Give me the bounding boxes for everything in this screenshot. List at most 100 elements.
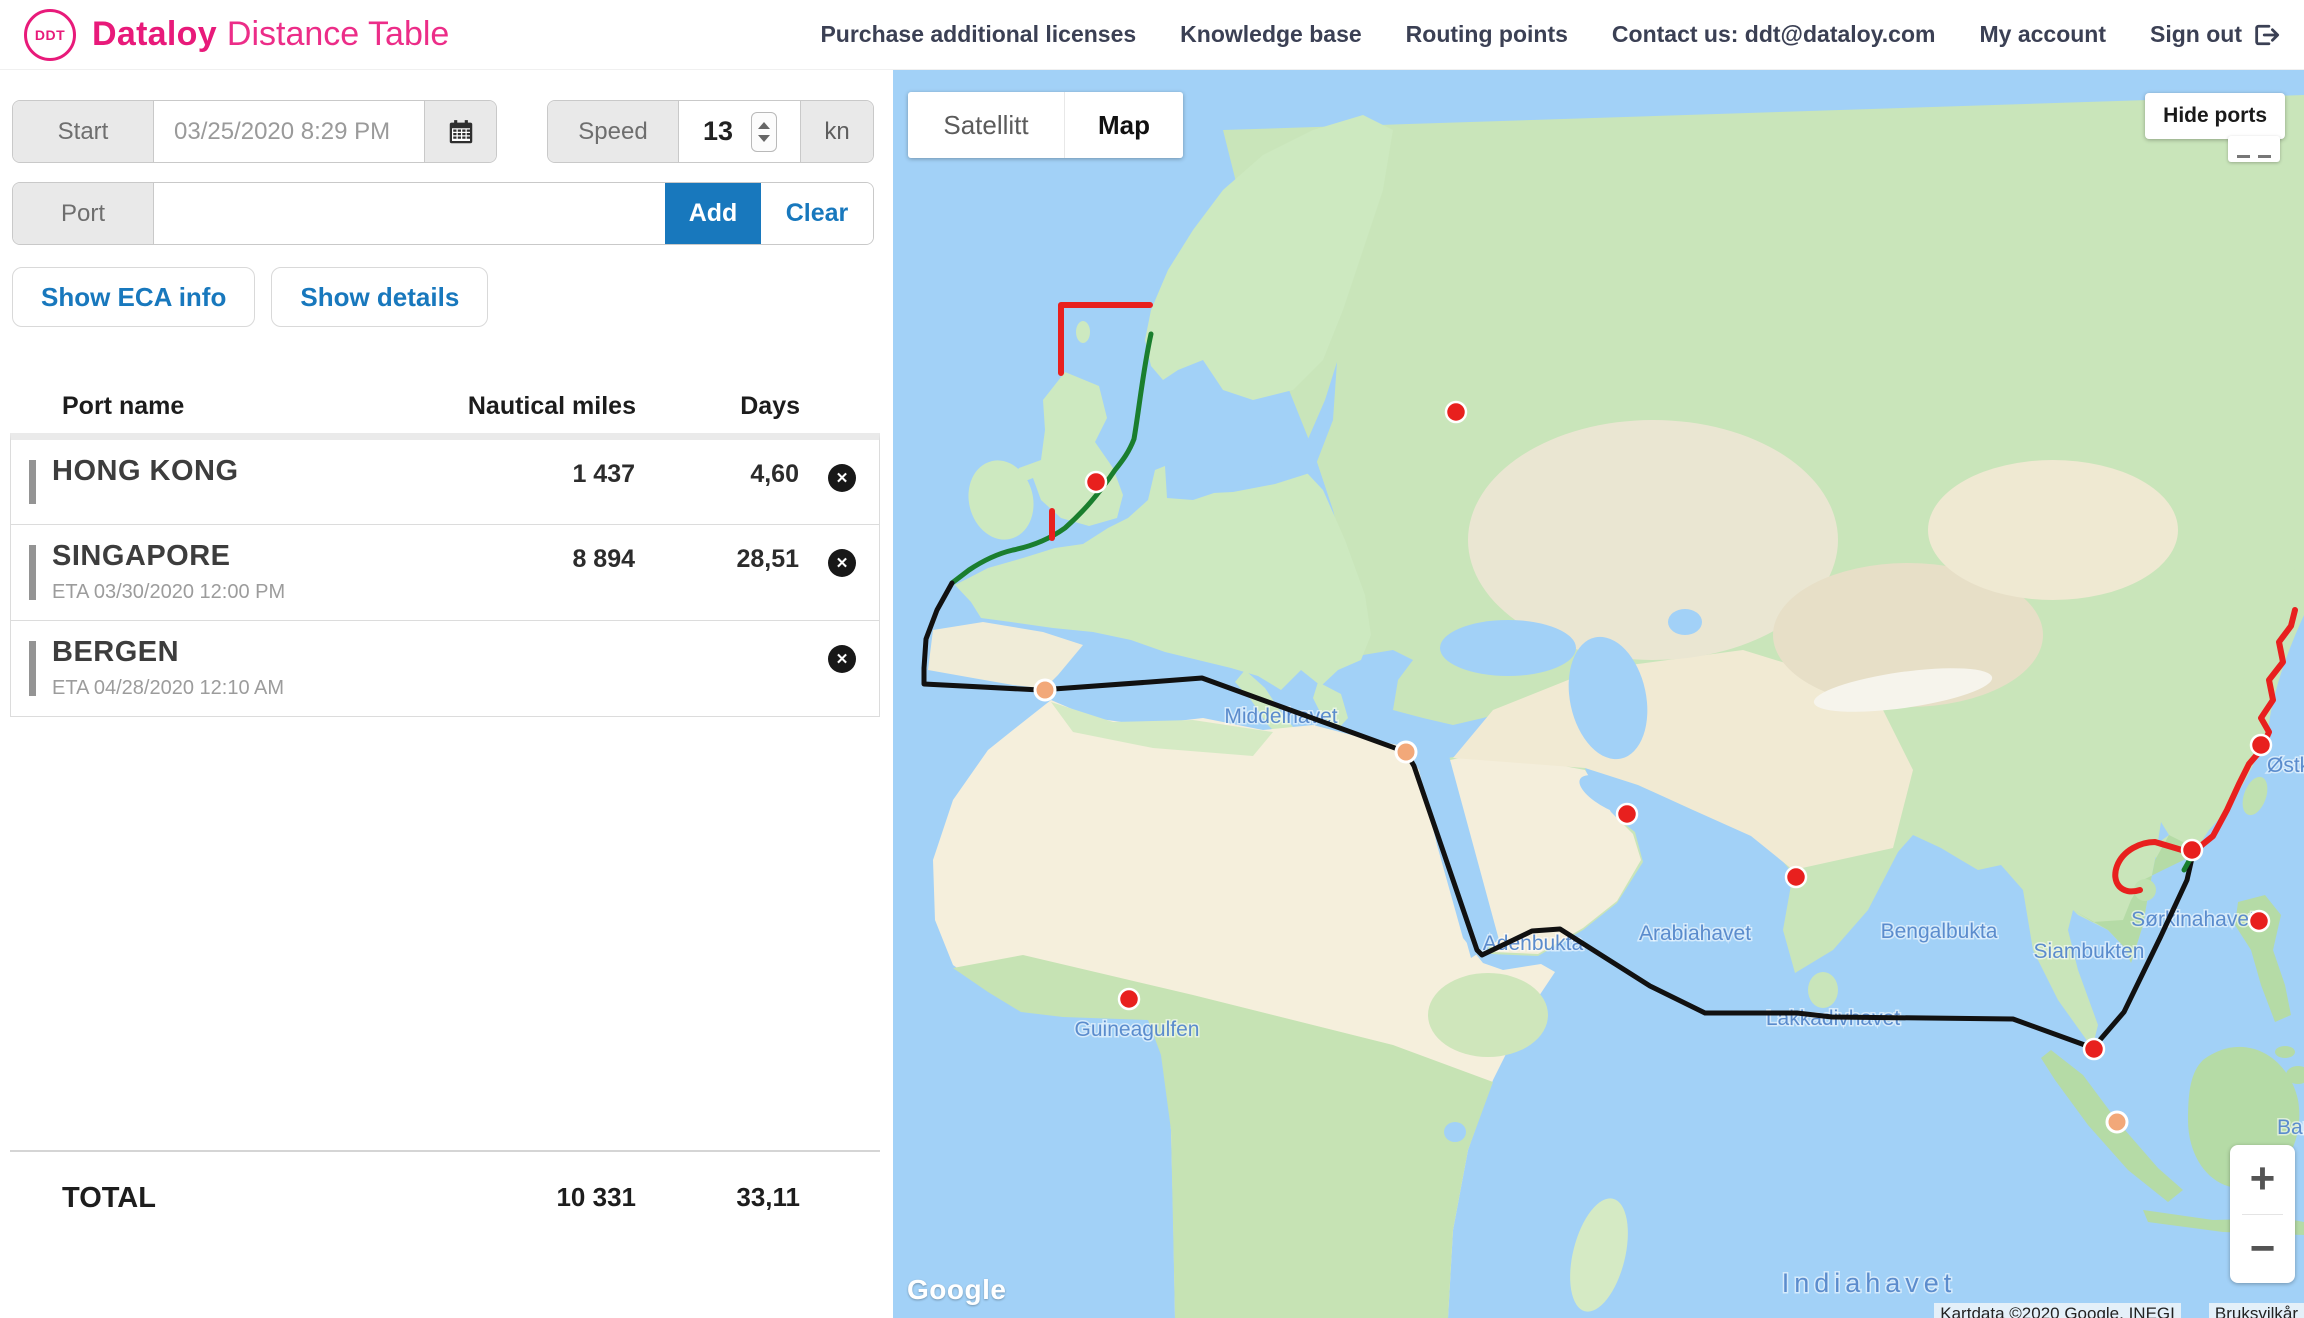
total-days: 33,11 bbox=[656, 1182, 806, 1215]
map-canvas[interactable]: Middelhavet Adenbukta Arabiahavet Bengal… bbox=[893, 70, 2304, 1318]
table-rows: HONG KONG 1 437 4,60 ✕ SINGAPORE ETA 03/… bbox=[10, 433, 880, 717]
header-port-name: Port name bbox=[10, 392, 466, 421]
stepper-down-icon bbox=[758, 135, 770, 142]
zoom-control: + − bbox=[2230, 1145, 2295, 1283]
nav-contact-us[interactable]: Contact us: ddt@dataloy.com bbox=[1612, 21, 1936, 48]
land-sri-lanka bbox=[1808, 972, 1838, 1008]
speed-input[interactable] bbox=[685, 115, 751, 148]
land-shetland bbox=[1076, 321, 1090, 343]
speed-unit-label: kn bbox=[800, 101, 873, 162]
waypoint-dot-sunda[interactable] bbox=[2107, 1112, 2127, 1132]
top-navbar: DDT Dataloy Distance Table Purchase addi… bbox=[0, 0, 2304, 70]
port-dot-shanghai[interactable] bbox=[2251, 735, 2271, 755]
sea-label-arabian-sea: Arabiahavet bbox=[1639, 922, 1751, 945]
calendar-button[interactable] bbox=[424, 101, 496, 162]
port-eta: ETA 03/30/2020 12:00 PM bbox=[52, 581, 465, 604]
nav-my-account[interactable]: My account bbox=[1979, 21, 2106, 48]
sea-label-banda-sea: Ban bbox=[2277, 1116, 2304, 1139]
dash-icon bbox=[2258, 155, 2271, 158]
actions-cell: ✕ bbox=[805, 541, 879, 577]
waypoint-dot-suez[interactable] bbox=[1396, 742, 1416, 762]
miles-cell: 8 894 bbox=[465, 545, 655, 574]
port-name-cell: HONG KONG bbox=[52, 456, 465, 488]
hide-ports-button[interactable]: Hide ports bbox=[2145, 93, 2285, 139]
zoom-out-button[interactable]: − bbox=[2230, 1215, 2295, 1284]
remove-port-button[interactable]: ✕ bbox=[828, 549, 856, 577]
start-date-input[interactable] bbox=[154, 101, 424, 162]
total-label: TOTAL bbox=[10, 1182, 466, 1215]
port-dot-gulf-of-guinea[interactable] bbox=[1119, 989, 1139, 1009]
header-actions bbox=[806, 392, 880, 421]
speed-stepper[interactable] bbox=[751, 112, 777, 152]
remove-port-button[interactable]: ✕ bbox=[828, 464, 856, 492]
show-details-button[interactable]: Show details bbox=[271, 267, 488, 327]
header-nautical-miles: Nautical miles bbox=[466, 392, 656, 421]
sea-label-indian-ocean: Indiahavet bbox=[1782, 1268, 1957, 1298]
nav-sign-out[interactable]: Sign out bbox=[2150, 21, 2280, 49]
sea-label-east-china-sea: Østkin bbox=[2267, 754, 2304, 777]
port-dot-singapore[interactable] bbox=[2084, 1039, 2104, 1059]
nav-routing-points[interactable]: Routing points bbox=[1406, 21, 1568, 48]
water-black-sea bbox=[1440, 620, 1576, 676]
start-label: Start bbox=[13, 101, 154, 162]
port-dot-moscow[interactable] bbox=[1446, 402, 1466, 422]
speed-label: Speed bbox=[548, 101, 679, 162]
brand-product: Distance Table bbox=[227, 15, 449, 54]
route-planner-panel: Start bbox=[0, 70, 893, 1318]
land-visayas bbox=[2275, 1046, 2295, 1058]
zoom-in-button[interactable]: + bbox=[2230, 1145, 2295, 1214]
remove-port-button[interactable]: ✕ bbox=[828, 645, 856, 673]
show-eca-info-button[interactable]: Show ECA info bbox=[12, 267, 255, 327]
start-date-group: Start bbox=[12, 100, 497, 163]
port-eta: ETA 04/28/2020 12:10 AM bbox=[52, 677, 465, 700]
land-ethiopia-green bbox=[1428, 973, 1548, 1057]
total-spacer bbox=[806, 1182, 880, 1215]
port-dot-mumbai[interactable] bbox=[1786, 867, 1806, 887]
nav-links: Purchase additional licenses Knowledge b… bbox=[820, 21, 2280, 49]
table-row-bergen: BERGEN ETA 04/28/2020 12:10 AM ✕ bbox=[11, 621, 879, 716]
speed-box bbox=[679, 101, 800, 162]
attribution-text: Kartdata ©2020 Google, INEGI bbox=[1934, 1303, 2181, 1318]
port-dot-london[interactable] bbox=[1086, 472, 1106, 492]
speed-group: Speed kn bbox=[547, 100, 874, 163]
drag-handle[interactable] bbox=[29, 641, 36, 696]
map-toggle-button[interactable]: Map bbox=[1065, 92, 1183, 158]
calendar-icon bbox=[446, 117, 476, 147]
route-table: Port name Nautical miles Days HONG KONG … bbox=[10, 392, 880, 717]
google-logo[interactable]: Google bbox=[907, 1274, 1006, 1306]
port-input[interactable] bbox=[154, 183, 665, 244]
waypoint-dot-gibraltar[interactable] bbox=[1035, 680, 1055, 700]
clipped-map-control[interactable] bbox=[2228, 136, 2280, 162]
world-map-graphic: Middelhavet Adenbukta Arabiahavet Bengal… bbox=[893, 70, 2304, 1318]
add-port-button[interactable]: Add bbox=[665, 183, 761, 244]
dataloy-distance-table-app: DDT Dataloy Distance Table Purchase addi… bbox=[0, 0, 2304, 1318]
actions-cell: ✕ bbox=[805, 456, 879, 492]
stepper-up-icon bbox=[758, 122, 770, 129]
brand-logo[interactable]: DDT Dataloy Distance Table bbox=[24, 9, 449, 61]
port-dot-dubai[interactable] bbox=[1617, 804, 1637, 824]
actions-cell: ✕ bbox=[805, 637, 879, 673]
port-dot-manila[interactable] bbox=[2249, 911, 2269, 931]
nav-knowledge-base[interactable]: Knowledge base bbox=[1180, 21, 1361, 48]
port-name: BERGEN bbox=[52, 637, 465, 669]
total-miles: 10 331 bbox=[466, 1182, 656, 1215]
nav-purchase-licenses[interactable]: Purchase additional licenses bbox=[820, 21, 1136, 48]
terms-link[interactable]: Bruksvilkår bbox=[2209, 1303, 2304, 1318]
clear-button[interactable]: Clear bbox=[761, 183, 873, 244]
table-row-hong-kong: HONG KONG 1 437 4,60 ✕ bbox=[11, 440, 879, 525]
ddt-logo-icon: DDT bbox=[24, 9, 76, 61]
table-row-singapore: SINGAPORE ETA 03/30/2020 12:00 PM 8 894 … bbox=[11, 525, 879, 621]
sign-out-icon bbox=[2252, 21, 2280, 49]
sign-out-label: Sign out bbox=[2150, 21, 2242, 48]
drag-handle[interactable] bbox=[29, 545, 36, 600]
port-dot-hong-kong[interactable] bbox=[2182, 840, 2202, 860]
miles-cell: 1 437 bbox=[465, 460, 655, 489]
show-buttons-row: Show ECA info Show details bbox=[12, 267, 488, 327]
drag-handle[interactable] bbox=[29, 460, 36, 504]
satellite-toggle-button[interactable]: Satellitt bbox=[908, 92, 1065, 158]
port-name-cell: SINGAPORE ETA 03/30/2020 12:00 PM bbox=[52, 541, 465, 604]
water-aral bbox=[1668, 609, 1702, 635]
port-name: SINGAPORE bbox=[52, 541, 465, 573]
table-header: Port name Nautical miles Days bbox=[10, 392, 880, 433]
map-attribution: Kartdata ©2020 Google, INEGI Bruksvilkår bbox=[1934, 1303, 2304, 1318]
